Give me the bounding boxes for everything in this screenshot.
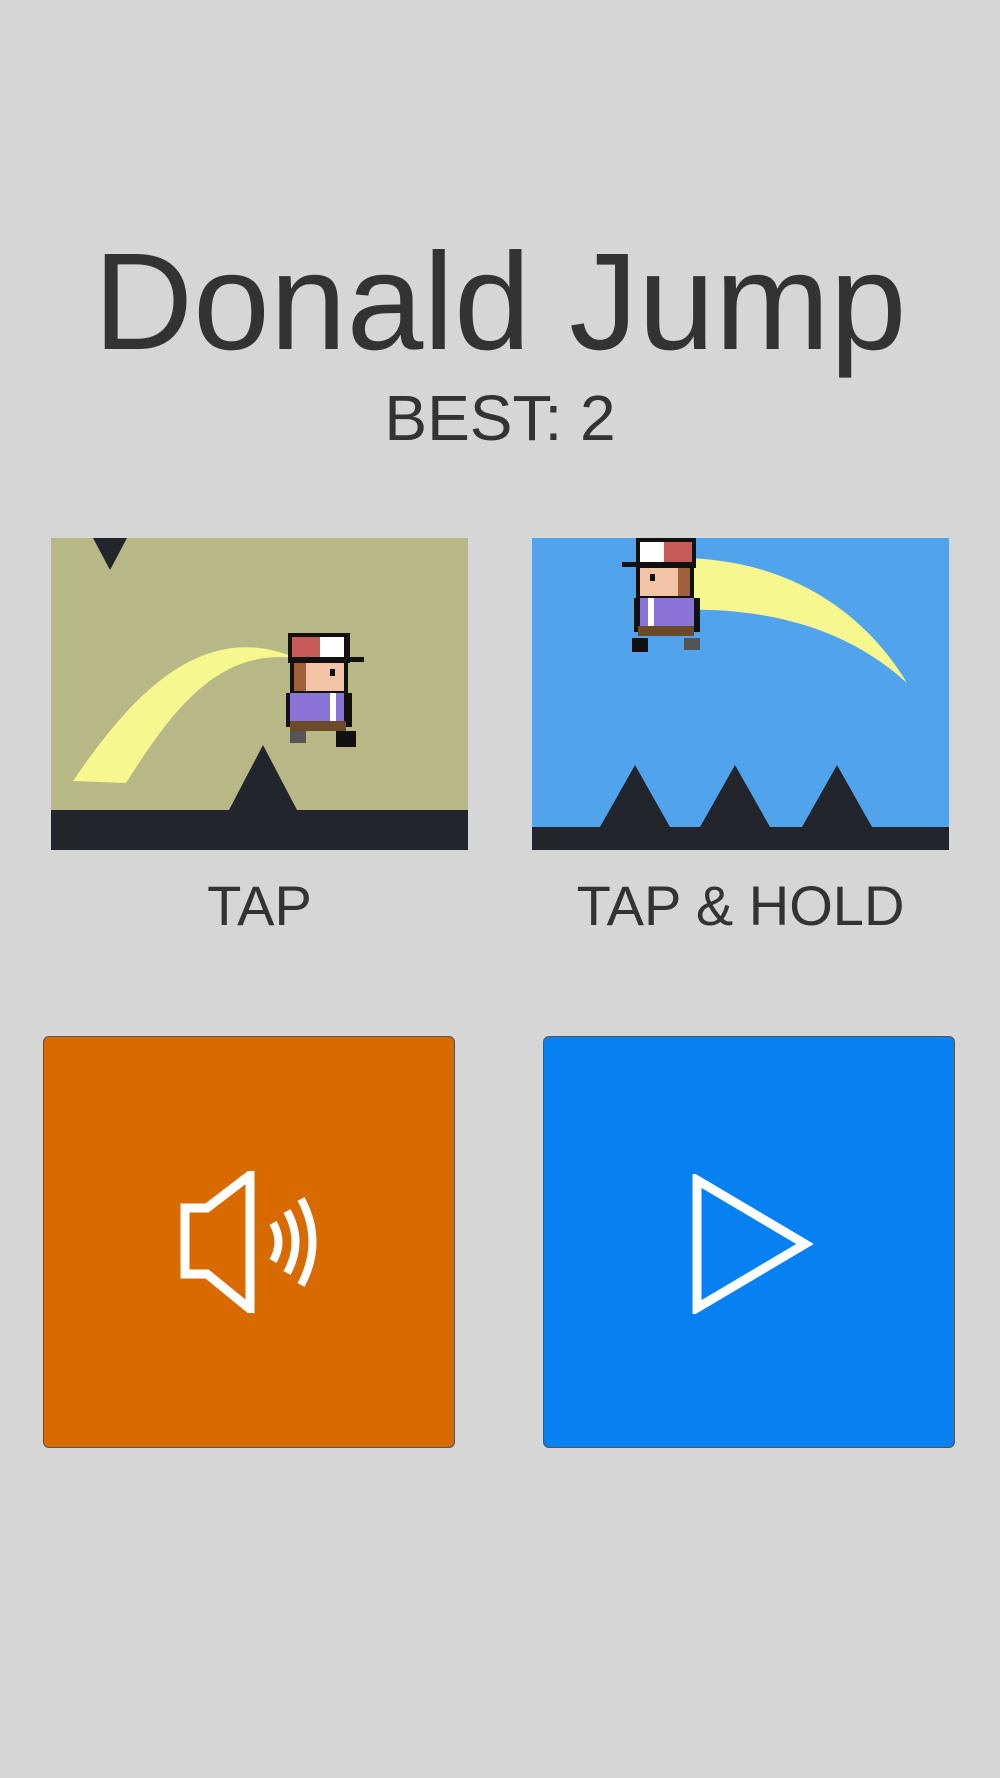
player-character — [286, 633, 364, 747]
tap-mode-label: TAP — [207, 874, 312, 937]
tap-mode-illustration — [51, 538, 468, 850]
sound-toggle-button[interactable] — [43, 1036, 455, 1448]
ground-spike — [802, 765, 872, 827]
jump-trail — [672, 557, 907, 683]
game-title: Donald Jump — [93, 225, 907, 379]
ground — [532, 827, 949, 850]
ceiling-spike — [93, 538, 127, 570]
play-icon — [692, 1174, 814, 1314]
speaker-icon — [180, 1171, 317, 1313]
player-character — [622, 538, 700, 652]
play-button[interactable] — [543, 1036, 955, 1448]
ground-spike — [700, 765, 770, 827]
best-score: BEST: 2 — [384, 382, 616, 454]
ground-spike — [229, 745, 297, 810]
ground — [51, 810, 468, 850]
ground-spike — [600, 765, 670, 827]
tap-hold-mode-label: TAP & HOLD — [576, 874, 905, 937]
tap-hold-mode-illustration — [532, 538, 949, 850]
